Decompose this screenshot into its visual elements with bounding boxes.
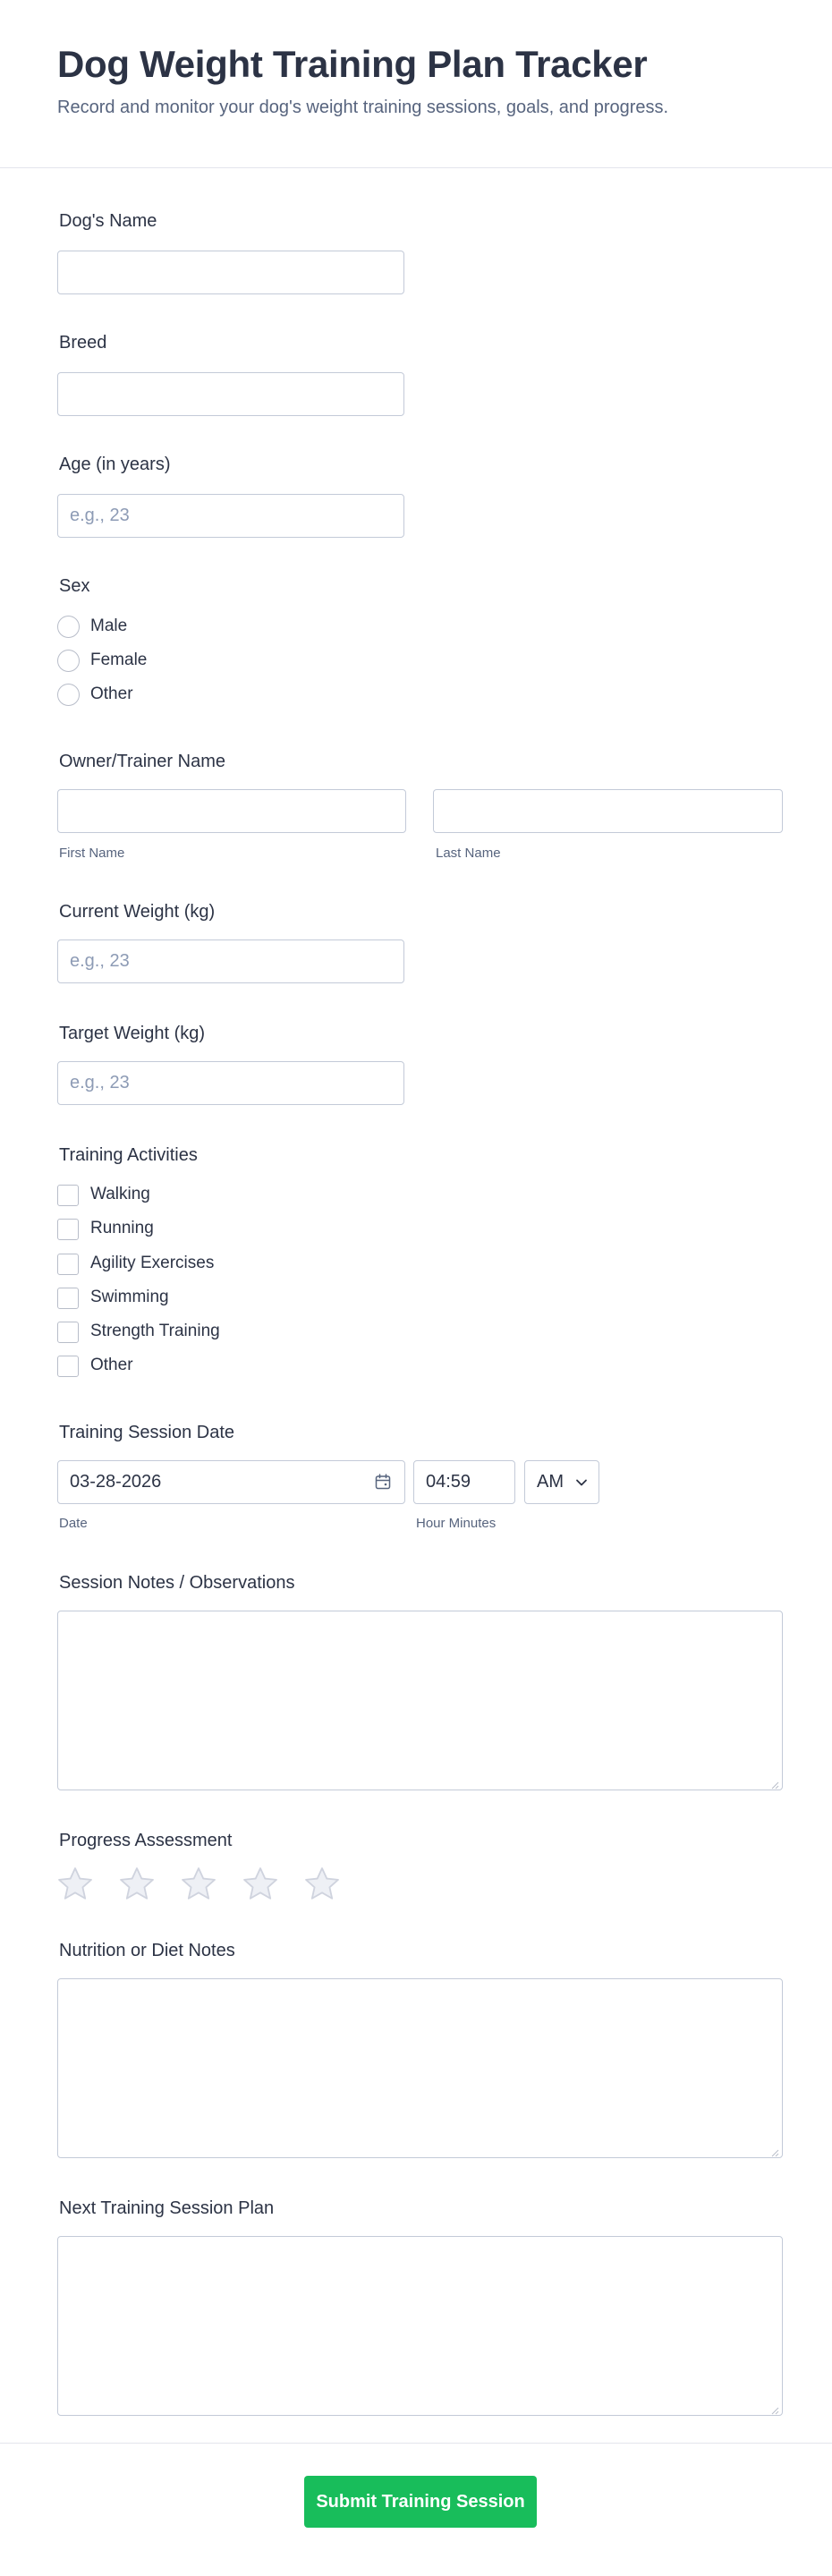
age-label: Age (in years) — [59, 455, 171, 474]
activity-option-label: Walking — [90, 1185, 150, 1203]
dog-name-label: Dog's Name — [59, 211, 157, 231]
current-weight-label: Current Weight (kg) — [59, 902, 216, 922]
owner-name-label: Owner/Trainer Name — [59, 752, 225, 771]
ampm-select[interactable]: AM — [524, 1460, 599, 1504]
checkbox[interactable] — [57, 1254, 79, 1275]
resize-grip-icon[interactable] — [770, 2403, 779, 2415]
radio-button[interactable] — [57, 616, 80, 638]
last-name-input[interactable] — [433, 789, 783, 833]
next-plan-textarea[interactable] — [57, 2236, 783, 2416]
form-subtitle: Record and monitor your dog's weight tra… — [57, 98, 669, 117]
session-date-label: Training Session Date — [59, 1423, 235, 1442]
activity-option-label: Swimming — [90, 1288, 169, 1306]
next-plan-label: Next Training Session Plan — [59, 2198, 275, 2218]
breed-input[interactable] — [57, 372, 404, 416]
activity-option-label: Other — [90, 1356, 133, 1374]
star-icon[interactable] — [241, 1865, 280, 1904]
radio-button[interactable] — [57, 684, 80, 706]
star-icon[interactable] — [117, 1865, 157, 1904]
radio-button[interactable] — [57, 650, 80, 672]
first-name-input[interactable] — [57, 789, 406, 833]
checkbox[interactable] — [57, 1219, 79, 1240]
training-activities-label: Training Activities — [59, 1145, 198, 1165]
breed-label: Breed — [59, 333, 107, 353]
ampm-value: AM — [537, 1472, 564, 1492]
sex-option-label: Female — [90, 650, 148, 669]
calendar-icon[interactable] — [374, 1473, 392, 1491]
sex-label: Sex — [59, 576, 90, 596]
star-icon[interactable] — [179, 1865, 218, 1904]
sex-option-label: Male — [90, 616, 128, 635]
first-name-sublabel: First Name — [59, 846, 125, 861]
sex-option-label: Other — [90, 684, 133, 703]
date-sublabel: Date — [59, 1516, 88, 1531]
resize-grip-icon[interactable] — [770, 1778, 779, 1790]
nutrition-notes-label: Nutrition or Diet Notes — [59, 1941, 235, 1960]
date-input[interactable]: 03-28-2026 — [57, 1460, 405, 1504]
time-value: 04:59 — [426, 1472, 471, 1492]
session-notes-label: Session Notes / Observations — [59, 1573, 295, 1593]
age-input[interactable]: e.g., 23 — [57, 494, 404, 538]
chevron-down-icon — [575, 1476, 588, 1489]
progress-assessment-label: Progress Assessment — [59, 1831, 233, 1850]
current-weight-placeholder: e.g., 23 — [70, 951, 130, 971]
session-notes-textarea[interactable] — [57, 1611, 783, 1790]
star-icon[interactable] — [302, 1865, 342, 1904]
checkbox[interactable] — [57, 1356, 79, 1377]
time-sublabel: Hour Minutes — [416, 1516, 497, 1531]
dog-name-input[interactable] — [57, 251, 404, 294]
form-header: Dog Weight Training Plan Tracker Record … — [0, 0, 832, 168]
activity-option-label: Agility Exercises — [90, 1254, 215, 1272]
checkbox[interactable] — [57, 1322, 79, 1343]
target-weight-input[interactable]: e.g., 23 — [57, 1061, 404, 1105]
star-icon[interactable] — [55, 1865, 95, 1904]
checkbox[interactable] — [57, 1185, 79, 1206]
target-weight-placeholder: e.g., 23 — [70, 1073, 130, 1092]
activity-option-label: Strength Training — [90, 1322, 220, 1340]
activity-option-label: Running — [90, 1219, 154, 1237]
last-name-sublabel: Last Name — [436, 846, 501, 861]
form-title: Dog Weight Training Plan Tracker — [57, 43, 648, 85]
time-input[interactable]: 04:59 — [413, 1460, 515, 1504]
current-weight-input[interactable]: e.g., 23 — [57, 939, 404, 983]
target-weight-label: Target Weight (kg) — [59, 1024, 206, 1043]
resize-grip-icon[interactable] — [770, 2146, 779, 2157]
submit-button[interactable]: Submit Training Session — [304, 2476, 537, 2528]
nutrition-notes-textarea[interactable] — [57, 1978, 783, 2158]
date-value: 03-28-2026 — [70, 1472, 162, 1492]
age-placeholder: e.g., 23 — [70, 506, 130, 525]
checkbox[interactable] — [57, 1288, 79, 1309]
